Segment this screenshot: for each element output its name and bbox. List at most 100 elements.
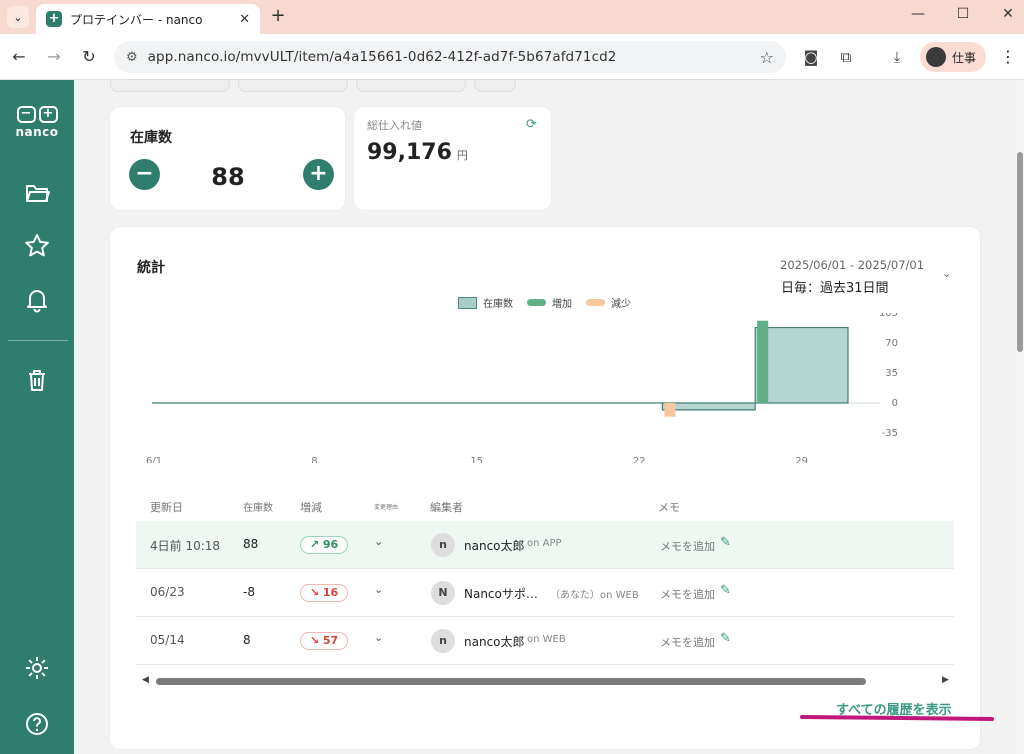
legend-decrease[interactable]: 減少 xyxy=(586,295,631,310)
date-range[interactable]: 2025/06/01 - 2025/07/01 xyxy=(780,258,924,272)
row-change-badge: ↗ 96 xyxy=(300,536,348,554)
x-tick-label: 8 xyxy=(311,456,317,463)
add-memo-link[interactable]: メモを追加 xyxy=(660,586,715,602)
decrease-stock-button[interactable]: − xyxy=(129,159,160,190)
stock-series-area xyxy=(152,326,849,411)
edit-memo-icon[interactable]: ✎ xyxy=(720,631,731,646)
sidebar: − + nanco xyxy=(0,80,74,754)
bookmark-star-icon[interactable]: ☆ xyxy=(760,48,774,67)
chart-legend: 在庫数 増加 減少 xyxy=(458,295,631,310)
address-bar[interactable]: ⚙ app.nanco.io/mvvULT/item/a4a15661-0d62… xyxy=(114,41,786,73)
col-stock: 在庫数 xyxy=(243,503,273,514)
scroll-thumb[interactable] xyxy=(156,678,866,685)
tab-placeholder xyxy=(474,80,516,92)
tab-placeholder xyxy=(110,80,230,92)
col-memo: メモ xyxy=(658,501,680,514)
reload-icon[interactable]: ↻ xyxy=(78,46,100,68)
minimize-icon[interactable]: — xyxy=(903,6,933,26)
add-memo-link[interactable]: メモを追加 xyxy=(660,538,715,554)
edit-memo-icon[interactable]: ✎ xyxy=(720,583,731,598)
row-change-badge: ↘ 16 xyxy=(300,584,348,602)
total-value-unit: 円 xyxy=(456,149,468,162)
refresh-icon[interactable]: ⟳ xyxy=(526,117,537,132)
row-change-badge: ↘ 57 xyxy=(300,632,348,650)
stock-value: 88 xyxy=(211,163,245,191)
legend-stock[interactable]: 在庫数 xyxy=(458,295,513,310)
folder-icon[interactable] xyxy=(22,178,52,208)
maximize-icon[interactable]: ☐ xyxy=(948,6,978,26)
close-tab-icon[interactable]: ✕ xyxy=(239,12,250,27)
stock-card: 在庫数 − 88 + xyxy=(110,107,345,210)
brand-name: nanco xyxy=(15,125,59,139)
main-content: 在庫数 − 88 + 総仕入れ値 99,176 円 ⟳ 統計 2025/06/01… xyxy=(74,80,1016,754)
col-change: 増減 xyxy=(300,501,322,514)
col-editor: 編集者 xyxy=(430,501,463,514)
profile-label: 仕事 xyxy=(952,50,977,65)
horizontal-scrollbar[interactable]: ◀ ▶ xyxy=(138,675,954,687)
row-editor: nanco太郎 xyxy=(464,539,525,553)
avatar xyxy=(926,47,946,67)
reason-chevron-icon[interactable]: ⌄ xyxy=(374,583,383,596)
scroll-right-icon[interactable]: ▶ xyxy=(942,675,949,685)
legend-increase[interactable]: 増加 xyxy=(527,295,572,310)
x-tick-label: 6/1 xyxy=(146,456,162,463)
y-tick-label: 105 xyxy=(879,313,898,319)
nanco-logo[interactable]: − + nanco xyxy=(14,106,60,139)
tab-search-button[interactable]: ⌄ xyxy=(7,6,29,28)
table-row[interactable]: 05/14 8 ↘ 57 ⌄ n nanco太郎 on WEB メモを追加 ✎ xyxy=(136,617,954,665)
extensions-icon[interactable]: ⧉ xyxy=(835,46,857,68)
sidebar-divider xyxy=(8,340,68,341)
new-tab-button[interactable]: + xyxy=(268,6,288,26)
x-tick-label: 15 xyxy=(470,456,483,463)
table-header: 更新日 在庫数 増減 変更理由 編集者 メモ xyxy=(136,493,954,521)
row-stock: 88 xyxy=(243,537,259,551)
row-editor-source: （あなた）on WEB xyxy=(550,590,639,601)
row-date: 06/23 xyxy=(150,585,185,599)
y-tick-label: 0 xyxy=(892,398,898,409)
x-tick-label: 22 xyxy=(633,456,646,463)
page-scrollbar[interactable] xyxy=(1016,80,1024,754)
camera-icon[interactable]: ◙ xyxy=(800,46,822,68)
bell-icon[interactable] xyxy=(22,285,52,315)
edit-memo-icon[interactable]: ✎ xyxy=(720,535,731,550)
row-date: 4日前 10:18 xyxy=(150,539,221,553)
increase-stock-button[interactable]: + xyxy=(303,159,334,190)
period-label[interactable]: 日毎：過去31日間 xyxy=(781,277,889,296)
y-tick-label: 35 xyxy=(885,368,898,379)
col-reason: 変更理由 xyxy=(374,504,399,511)
total-value-card: 総仕入れ値 99,176 円 ⟳ xyxy=(354,107,551,210)
editor-avatar: n xyxy=(431,533,455,557)
reason-chevron-icon[interactable]: ⌄ xyxy=(374,631,383,644)
forward-icon[interactable]: → xyxy=(43,46,65,68)
trash-icon[interactable] xyxy=(22,365,52,395)
total-value-label: 総仕入れ値 xyxy=(367,119,422,132)
row-editor-source: on WEB xyxy=(527,634,566,645)
active-tab[interactable]: + プロテインバー - nanco ✕ xyxy=(36,4,260,34)
help-icon[interactable] xyxy=(22,709,52,739)
increase-bar xyxy=(757,320,769,403)
tab-title: プロテインバー - nanco xyxy=(70,12,203,27)
reason-chevron-icon[interactable]: ⌄ xyxy=(374,535,383,548)
y-tick-label: -35 xyxy=(882,428,898,439)
site-info-icon[interactable]: ⚙ xyxy=(126,50,138,65)
chevron-down-icon[interactable]: ⌄ xyxy=(942,267,951,280)
url-text[interactable]: app.nanco.io/mvvULT/item/a4a15661-0d62-4… xyxy=(148,49,760,65)
scroll-left-icon[interactable]: ◀ xyxy=(142,675,149,685)
row-editor-source: on APP xyxy=(527,538,562,549)
page-scroll-thumb[interactable] xyxy=(1017,152,1023,352)
browser-toolbar: ← → ↻ ⚙ app.nanco.io/mvvULT/item/a4a1566… xyxy=(0,34,1024,80)
back-icon[interactable]: ← xyxy=(8,46,30,68)
add-memo-link[interactable]: メモを追加 xyxy=(660,634,715,650)
settings-gear-icon[interactable] xyxy=(22,653,52,683)
table-row[interactable]: 4日前 10:18 88 ↗ 96 ⌄ n nanco太郎 on APP メモを追加 ✎ xyxy=(136,521,954,569)
star-icon[interactable] xyxy=(22,231,52,261)
stats-title: 統計 xyxy=(137,260,165,276)
profile-button[interactable]: 仕事 xyxy=(920,42,986,72)
browser-menu-icon[interactable]: ⋮ xyxy=(998,46,1018,68)
table-row[interactable]: 06/23 -8 ↘ 16 ⌄ N Nancoサポ… （あなた）on WEB メモを追加 ✎ xyxy=(136,569,954,617)
close-window-icon[interactable]: ✕ xyxy=(993,6,1023,26)
download-icon[interactable]: ⤓ xyxy=(886,46,908,68)
row-stock: -8 xyxy=(243,585,255,599)
browser-chrome: ⌄ + プロテインバー - nanco ✕ + — ☐ ✕ ← → ↻ ⚙ ap… xyxy=(0,0,1024,80)
row-stock: 8 xyxy=(243,633,251,647)
